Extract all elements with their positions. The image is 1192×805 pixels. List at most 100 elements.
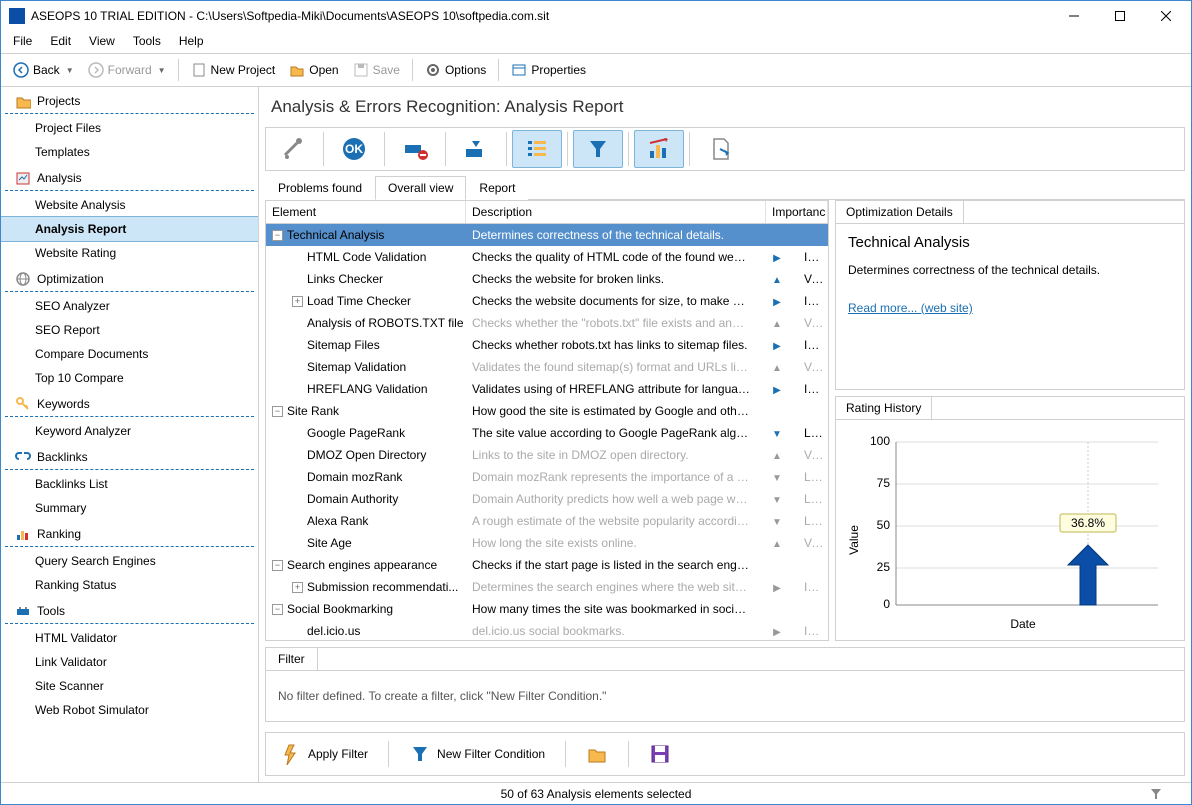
svg-text:100: 100 bbox=[870, 434, 890, 448]
sidebar-item[interactable]: SEO Analyzer bbox=[1, 294, 258, 318]
sidebar-group-tools[interactable]: Tools bbox=[5, 599, 254, 624]
sidebar-item[interactable]: Keyword Analyzer bbox=[1, 419, 258, 443]
col-description[interactable]: Description bbox=[466, 201, 766, 223]
table-row[interactable]: +Submission recommendati...Determines th… bbox=[266, 576, 828, 598]
sidebar-item[interactable]: Ranking Status bbox=[1, 573, 258, 597]
table-row[interactable]: Sitemap ValidationValidates the found si… bbox=[266, 356, 828, 378]
rating-tab[interactable]: Rating History bbox=[836, 397, 932, 419]
table-row[interactable]: +Load Time CheckerChecks the website doc… bbox=[266, 290, 828, 312]
sidebar-item[interactable]: SEO Report bbox=[1, 318, 258, 342]
sidebar-item[interactable]: Templates bbox=[1, 140, 258, 164]
table-row[interactable]: −Site RankHow good the site is estimated… bbox=[266, 400, 828, 422]
options-button[interactable]: Options bbox=[419, 58, 492, 82]
sidebar-item[interactable]: Top 10 Compare bbox=[1, 366, 258, 390]
menu-view[interactable]: View bbox=[81, 31, 123, 53]
sidebar-item[interactable]: Link Validator bbox=[1, 650, 258, 674]
filter-button[interactable] bbox=[573, 130, 623, 168]
sidebar-item[interactable]: HTML Validator bbox=[1, 626, 258, 650]
sidebar-group-backlinks[interactable]: Backlinks bbox=[5, 445, 254, 470]
back-button[interactable]: Back▼ bbox=[7, 58, 80, 82]
open-filter-button[interactable] bbox=[578, 739, 616, 769]
export-button[interactable] bbox=[695, 130, 745, 168]
folder-icon bbox=[15, 93, 31, 109]
read-more-link[interactable]: Read more... (web site) bbox=[848, 301, 973, 315]
table-row[interactable]: Links CheckerChecks the website for brok… bbox=[266, 268, 828, 290]
sidebar-item[interactable]: Site Scanner bbox=[1, 674, 258, 698]
sidebar-item[interactable]: Website Analysis bbox=[1, 193, 258, 217]
col-importance[interactable]: Importanc bbox=[766, 201, 828, 223]
table-row[interactable]: Analysis of ROBOTS.TXT fileChecks whethe… bbox=[266, 312, 828, 334]
table-row[interactable]: Google PageRankThe site value according … bbox=[266, 422, 828, 444]
sidebar[interactable]: ProjectsProject FilesTemplatesAnalysisWe… bbox=[1, 87, 259, 782]
table-row[interactable]: del.icio.usdel.icio.us social bookmarks.… bbox=[266, 620, 828, 640]
menu-file[interactable]: File bbox=[5, 31, 40, 53]
save-icon bbox=[649, 743, 671, 765]
sidebar-item[interactable]: Query Search Engines bbox=[1, 549, 258, 573]
list-button[interactable] bbox=[512, 130, 562, 168]
table-row[interactable]: −Social BookmarkingHow many times the si… bbox=[266, 598, 828, 620]
table-row[interactable]: Site AgeHow long the site exists online.… bbox=[266, 532, 828, 554]
table-row[interactable]: Alexa RankA rough estimate of the websit… bbox=[266, 510, 828, 532]
filter-status-icon[interactable] bbox=[1149, 787, 1163, 801]
sidebar-item[interactable]: Compare Documents bbox=[1, 342, 258, 366]
tab-report[interactable]: Report bbox=[466, 176, 528, 200]
sidebar-group-projects[interactable]: Projects bbox=[5, 89, 254, 114]
sidebar-item[interactable]: Project Files bbox=[1, 116, 258, 140]
menu-help[interactable]: Help bbox=[171, 31, 212, 53]
table-row[interactable]: Sitemap FilesChecks whether robots.txt h… bbox=[266, 334, 828, 356]
table-row[interactable]: HTML Code ValidationChecks the quality o… bbox=[266, 246, 828, 268]
save-button[interactable]: Save bbox=[347, 58, 406, 82]
tab-overall[interactable]: Overall view bbox=[375, 176, 466, 200]
filter-tab[interactable]: Filter bbox=[266, 648, 318, 670]
expand-icon[interactable]: − bbox=[272, 604, 283, 615]
svg-text:36.8%: 36.8% bbox=[1071, 516, 1105, 530]
maximize-button[interactable] bbox=[1097, 1, 1143, 31]
chart-button[interactable] bbox=[634, 130, 684, 168]
table-row[interactable]: DMOZ Open DirectoryLinks to the site in … bbox=[266, 444, 828, 466]
table-body[interactable]: −Technical AnalysisDetermines correctnes… bbox=[266, 224, 828, 640]
menu-tools[interactable]: Tools bbox=[125, 31, 169, 53]
sidebar-group-optimization[interactable]: Optimization bbox=[5, 267, 254, 292]
minimize-button[interactable] bbox=[1051, 1, 1097, 31]
open-button[interactable]: Open bbox=[283, 58, 344, 82]
sidebar-item[interactable]: Backlinks List bbox=[1, 472, 258, 496]
sidebar-item[interactable]: Web Robot Simulator bbox=[1, 698, 258, 722]
sidebar-group-ranking[interactable]: Ranking bbox=[5, 522, 254, 547]
remove-button[interactable] bbox=[390, 130, 440, 168]
new-filter-button[interactable]: New Filter Condition bbox=[401, 739, 553, 769]
sidebar-item[interactable]: Summary bbox=[1, 496, 258, 520]
expand-icon[interactable]: + bbox=[292, 296, 303, 307]
svg-text:50: 50 bbox=[877, 518, 891, 532]
table-row[interactable]: Domain mozRankDomain mozRank represents … bbox=[266, 466, 828, 488]
expand-icon[interactable]: + bbox=[292, 582, 303, 593]
menu-edit[interactable]: Edit bbox=[42, 31, 79, 53]
table-row[interactable]: HREFLANG ValidationValidates using of HR… bbox=[266, 378, 828, 400]
sidebar-group-analysis[interactable]: Analysis bbox=[5, 166, 254, 191]
save-filter-button[interactable] bbox=[641, 739, 679, 769]
apply-filter-button[interactable]: Apply Filter bbox=[272, 739, 376, 769]
expand-icon[interactable]: − bbox=[272, 560, 283, 571]
import-button[interactable] bbox=[451, 130, 501, 168]
svg-text:75: 75 bbox=[877, 476, 891, 490]
table-row[interactable]: Domain AuthorityDomain Authority predict… bbox=[266, 488, 828, 510]
ok-button[interactable]: OK bbox=[329, 130, 379, 168]
sidebar-item[interactable]: Analysis Report bbox=[1, 216, 259, 242]
table-row[interactable]: −Search engines appearanceChecks if the … bbox=[266, 554, 828, 576]
rating-chart: Value 100 75 50 25 0 bbox=[836, 420, 1184, 640]
col-element[interactable]: Element bbox=[266, 201, 466, 223]
settings-button[interactable] bbox=[268, 130, 318, 168]
statusbar: 50 of 63 Analysis elements selected bbox=[1, 782, 1191, 804]
opt-tab[interactable]: Optimization Details bbox=[836, 201, 964, 223]
back-icon bbox=[13, 62, 29, 78]
expand-icon[interactable]: − bbox=[272, 230, 283, 241]
expand-icon[interactable]: − bbox=[272, 406, 283, 417]
new-project-button[interactable]: New Project bbox=[185, 58, 282, 82]
tab-problems[interactable]: Problems found bbox=[265, 176, 375, 200]
forward-icon bbox=[88, 62, 104, 78]
sidebar-group-keywords[interactable]: Keywords bbox=[5, 392, 254, 417]
table-row[interactable]: −Technical AnalysisDetermines correctnes… bbox=[266, 224, 828, 246]
close-button[interactable] bbox=[1143, 1, 1189, 31]
sidebar-item[interactable]: Website Rating bbox=[1, 241, 258, 265]
forward-button[interactable]: Forward▼ bbox=[82, 58, 172, 82]
properties-button[interactable]: Properties bbox=[505, 58, 592, 82]
